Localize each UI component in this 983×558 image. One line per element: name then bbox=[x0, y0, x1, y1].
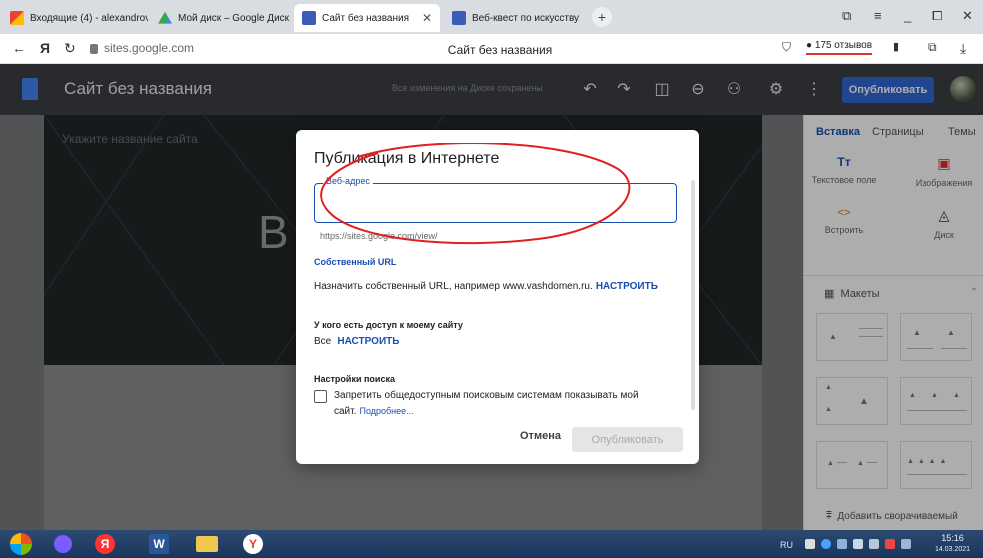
lock-icon bbox=[90, 44, 98, 54]
tray-icon[interactable] bbox=[837, 539, 847, 549]
tab-label: Входящие (4) - alexandrov bbox=[30, 12, 148, 24]
tab-list-icon[interactable]: ⧉ bbox=[842, 8, 851, 24]
menu-icon[interactable]: ≡ bbox=[874, 8, 882, 23]
taskbar-app[interactable]: Y bbox=[236, 532, 270, 556]
yandex-browser-icon: Я bbox=[95, 534, 115, 554]
back-icon[interactable]: ← bbox=[12, 40, 26, 56]
restore-icon[interactable]: ⧠ bbox=[932, 8, 942, 24]
block-search-text-end: сайт. bbox=[334, 406, 357, 417]
block-search-text: Запретить общедоступным поисковым систем… bbox=[334, 390, 639, 401]
gmail-icon bbox=[10, 11, 24, 25]
learn-more-link[interactable]: Подробнее... bbox=[359, 406, 413, 416]
close-icon[interactable]: ✕ bbox=[422, 11, 432, 25]
taskbar-app[interactable] bbox=[190, 532, 224, 556]
access-title: У кого есть доступ к моему сайту bbox=[314, 320, 463, 330]
tab-sites-untitled[interactable]: Сайт без названия ✕ bbox=[294, 4, 440, 32]
access-value: Все bbox=[314, 336, 332, 347]
tab-label: Мой диск – Google Диск bbox=[178, 12, 290, 24]
google-sites-icon bbox=[452, 11, 466, 25]
window-close-icon[interactable]: ✕ bbox=[962, 8, 973, 24]
access-row: Все НАСТРОИТЬ bbox=[314, 335, 399, 347]
tab-google-drive[interactable]: Мой диск – Google Диск bbox=[150, 4, 290, 32]
yandex-logo-icon[interactable]: Я bbox=[40, 40, 50, 56]
tray-icon[interactable] bbox=[885, 539, 895, 549]
reviews-label: 175 отзывов bbox=[814, 40, 873, 51]
explorer-folder-icon bbox=[196, 536, 218, 552]
url-field[interactable]: sites.google.com bbox=[104, 41, 214, 58]
network-icon[interactable] bbox=[901, 539, 911, 549]
custom-url-row: Назначить собственный URL, например www.… bbox=[314, 280, 658, 292]
block-search-checkbox[interactable] bbox=[314, 390, 327, 403]
access-configure-link[interactable]: НАСТРОИТЬ bbox=[337, 336, 399, 347]
red-annotation-ellipse bbox=[320, 143, 631, 245]
browser-tab-bar: Входящие (4) - alexandrov Мой диск – Goo… bbox=[0, 0, 983, 34]
search-settings-title: Настройки поиска bbox=[314, 374, 395, 384]
minimize-icon[interactable]: _ bbox=[904, 8, 911, 23]
alice-icon bbox=[54, 535, 72, 553]
taskbar-app[interactable]: W bbox=[142, 532, 176, 556]
address-bar: ← Я ↻ sites.google.com Сайт без названия… bbox=[0, 34, 983, 64]
language-indicator[interactable]: RU bbox=[780, 540, 793, 550]
page-title: Сайт без названия bbox=[447, 43, 553, 57]
reviews-badge[interactable]: ● 175 отзывов bbox=[806, 38, 873, 55]
tab-gmail[interactable]: Входящие (4) - alexandrov bbox=[2, 4, 148, 32]
word-icon: W bbox=[149, 534, 169, 554]
custom-url-text: Назначить собственный URL, например www.… bbox=[314, 281, 593, 292]
google-sites-icon bbox=[302, 11, 316, 25]
bookmark-icon[interactable]: ▮ bbox=[893, 40, 899, 53]
new-tab-button[interactable]: + bbox=[592, 7, 612, 27]
download-icon[interactable]: ⤓ bbox=[960, 40, 966, 57]
custom-url-title: Собственный URL bbox=[314, 257, 397, 267]
taskbar-app[interactable] bbox=[46, 532, 80, 556]
clock-date: 14.03.2021 bbox=[935, 546, 971, 553]
tab-web-quest[interactable]: Веб-квест по искусству bbox=[444, 4, 584, 32]
cancel-button[interactable]: Отмена bbox=[520, 430, 561, 442]
protect-icon[interactable]: ⛉ bbox=[782, 40, 791, 55]
tray-icon[interactable] bbox=[821, 539, 831, 549]
system-clock[interactable]: 15:16 14.03.2021 bbox=[935, 532, 970, 556]
tab-label: Сайт без названия bbox=[322, 12, 410, 24]
windows-logo-icon bbox=[10, 533, 32, 555]
reload-icon[interactable]: ↻ bbox=[64, 40, 76, 57]
start-button[interactable] bbox=[4, 532, 38, 556]
tray-icon[interactable] bbox=[869, 539, 879, 549]
taskbar-app[interactable]: Я bbox=[88, 532, 122, 556]
volume-icon[interactable] bbox=[853, 539, 863, 549]
yandex-icon: Y bbox=[243, 534, 263, 554]
tab-label: Веб-квест по искусству bbox=[472, 12, 580, 24]
dialog-publish-button[interactable]: Опубликовать bbox=[572, 427, 683, 452]
dialog-scrollbar[interactable] bbox=[691, 180, 695, 410]
custom-url-configure-link[interactable]: НАСТРОИТЬ bbox=[596, 281, 658, 292]
clock-time: 15:16 bbox=[941, 533, 964, 543]
collections-icon[interactable]: ⧉ bbox=[928, 40, 937, 55]
block-search-text-row2: сайт. Подробнее... bbox=[334, 405, 414, 417]
tray-icon[interactable] bbox=[805, 539, 815, 549]
windows-taskbar: Я W Y RU 15:16 14.03.2021 bbox=[0, 530, 983, 558]
google-drive-icon bbox=[158, 11, 172, 24]
